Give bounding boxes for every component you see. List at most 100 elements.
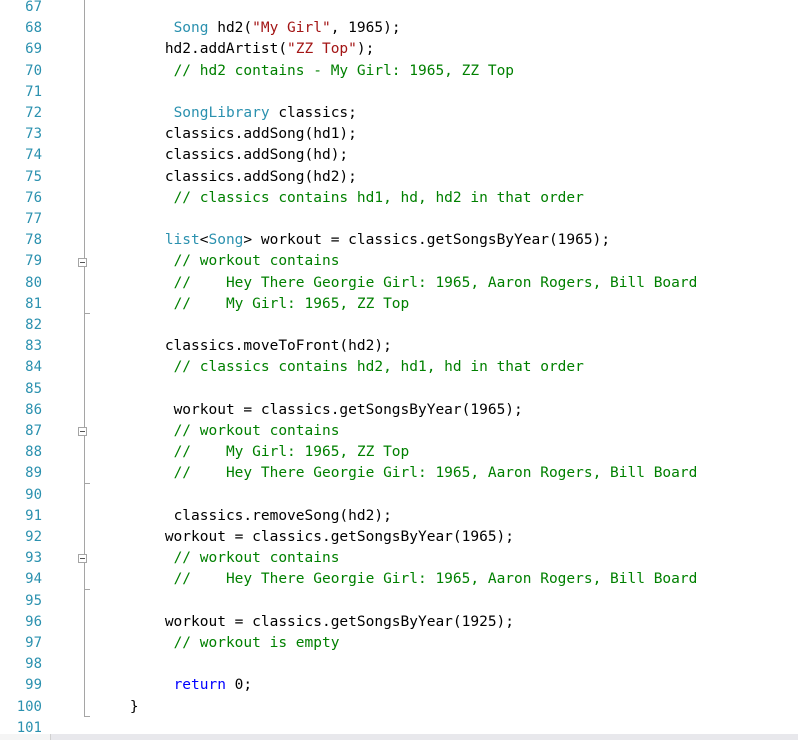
line-number: 74	[25, 147, 42, 164]
code-token: , 1965);	[330, 20, 401, 37]
code-token: workout = classics.getSongsByYear(1965);	[173, 401, 523, 418]
code-text: }	[130, 697, 139, 718]
code-token: 0;	[225, 677, 253, 694]
code-line[interactable]: 79 // workout contains	[0, 251, 798, 272]
code-line[interactable]: 78 list<Song> workout = classics.getSongs…	[0, 230, 798, 251]
code-line[interactable]: 68 Song hd2("My Girl", 1965);	[0, 18, 798, 39]
code-text: classics.moveToFront(hd2);	[165, 336, 392, 357]
code-text: classics.addSong(hd2);	[165, 167, 357, 188]
code-line[interactable]: 89 // Hey There Georgie Girl: 1965, Aaron…	[0, 463, 798, 484]
code-text: return 0;	[174, 675, 253, 696]
collapse-icon[interactable]	[78, 554, 87, 564]
line-number: 69	[25, 41, 42, 58]
code-line[interactable]: 86 workout = classics.getSongsByYear(1965…	[0, 400, 798, 421]
code-text: // workout is empty	[174, 633, 340, 654]
line-number: 76	[25, 189, 42, 206]
keyword-token: return	[173, 677, 226, 694]
comment-token: // hd2 contains - My Girl: 1965, ZZ Top	[173, 62, 515, 79]
outline-guide	[84, 0, 85, 716]
code-line[interactable]: 87 // workout contains	[0, 421, 798, 442]
code-text: workout = classics.getSongsByYear(1965);	[174, 400, 523, 421]
code-line[interactable]: 71	[0, 82, 798, 103]
line-number: 79	[25, 253, 42, 270]
type-token: list	[164, 232, 200, 249]
code-text: // Hey There Georgie Girl: 1965, Aaron R…	[174, 273, 698, 294]
code-line[interactable]: 88 // My Girl: 1965, ZZ Top	[0, 442, 798, 463]
comment-token: // My Girl: 1965, ZZ Top	[173, 295, 410, 312]
code-text: classics.addSong(hd);	[165, 145, 348, 166]
code-token: > workout = classics.getSongsByYear(1965…	[243, 232, 611, 249]
line-number: 72	[25, 105, 42, 121]
code-token: hd2(	[208, 20, 253, 37]
code-line[interactable]: 73 classics.addSong(hd1);	[0, 124, 798, 145]
line-number: 93	[25, 550, 42, 567]
line-number: 78	[25, 232, 42, 249]
code-line[interactable]: 75 classics.addSong(hd2);	[0, 167, 798, 188]
horizontal-scrollbar-thumb[interactable]	[0, 734, 51, 740]
code-line[interactable]: 94 // Hey There Georgie Girl: 1965, Aaron…	[0, 569, 798, 590]
line-number: 86	[25, 401, 42, 418]
line-number: 73	[25, 126, 42, 143]
code-token: classics.addSong(hd);	[164, 147, 349, 164]
code-line[interactable]: 100}	[0, 697, 798, 718]
line-number: 67	[25, 0, 42, 15]
horizontal-scrollbar[interactable]	[0, 734, 798, 740]
code-line[interactable]: 85	[0, 379, 798, 400]
code-line[interactable]: 72 SongLibrary classics;	[0, 103, 798, 124]
code-line[interactable]: 74 classics.addSong(hd);	[0, 145, 798, 166]
code-line[interactable]: 90	[0, 485, 798, 506]
code-line[interactable]: 99 return 0;	[0, 675, 798, 696]
code-line[interactable]: 95	[0, 591, 798, 612]
line-number: 97	[25, 635, 42, 651]
code-line[interactable]: 93 // workout contains	[0, 548, 798, 569]
line-number: 71	[25, 83, 42, 100]
code-text: // workout contains	[174, 251, 340, 272]
fold-region-end	[84, 313, 90, 314]
type-token: Song	[173, 20, 209, 37]
comment-token: // classics contains hd2, hd1, hd in tha…	[173, 359, 584, 376]
code-token: classics.addSong(hd1);	[164, 126, 357, 143]
code-token: hd2.addArtist(	[164, 41, 288, 58]
comment-token: // workout is empty	[173, 635, 340, 651]
line-number: 98	[25, 656, 42, 673]
code-line[interactable]: 96 workout = classics.getSongsByYear(1925…	[0, 612, 798, 633]
code-line[interactable]: 77	[0, 209, 798, 230]
code-text: // workout contains	[174, 548, 340, 569]
code-line[interactable]: 91 classics.removeSong(hd2);	[0, 506, 798, 527]
code-text: // My Girl: 1965, ZZ Top	[174, 294, 410, 315]
line-number: 83	[25, 338, 42, 355]
code-token: }	[129, 698, 139, 715]
line-number: 100	[16, 698, 42, 715]
code-text: classics.removeSong(hd2);	[174, 506, 392, 527]
line-number: 82	[25, 317, 42, 333]
code-editor[interactable]: 67 68 Song hd2("My Girl", 1965); 69 hd2.addA…	[0, 0, 798, 736]
collapse-icon[interactable]	[78, 257, 87, 267]
code-text: // workout contains	[174, 421, 340, 442]
code-line[interactable]: 92 workout = classics.getSongsByYear(1965…	[0, 527, 798, 548]
type-token: Song	[208, 232, 244, 249]
code-text: classics.addSong(hd1);	[165, 124, 357, 145]
comment-token: // Hey There Georgie Girl: 1965, Aaron R…	[173, 465, 698, 482]
line-number: 81	[25, 295, 42, 312]
line-number: 90	[25, 486, 42, 503]
line-number: 94	[25, 571, 42, 588]
line-number: 77	[25, 211, 42, 227]
code-text: workout = classics.getSongsByYear(1965);	[165, 527, 514, 548]
code-text: // hd2 contains - My Girl: 1965, ZZ Top	[174, 61, 514, 82]
code-line[interactable]: 84 // classics contains hd2, hd1, hd in t…	[0, 357, 798, 378]
code-line[interactable]: 69 hd2.addArtist("ZZ Top");	[0, 39, 798, 60]
code-token: classics;	[269, 105, 357, 121]
code-line[interactable]: 81 // My Girl: 1965, ZZ Top	[0, 294, 798, 315]
code-line[interactable]: 76 // classics contains hd1, hd, hd2 in t…	[0, 188, 798, 209]
code-line[interactable]: 82	[0, 315, 798, 336]
code-line[interactable]: 67	[0, 0, 798, 18]
code-line[interactable]: 83 classics.moveToFront(hd2);	[0, 336, 798, 357]
code-line[interactable]: 70 // hd2 contains - My Girl: 1965, ZZ To…	[0, 61, 798, 82]
collapse-icon[interactable]	[78, 427, 87, 437]
code-text: list<Song> workout = classics.getSongsBy…	[165, 230, 610, 251]
code-line[interactable]: 98	[0, 654, 798, 675]
type-token: SongLibrary	[173, 105, 270, 121]
code-text: workout = classics.getSongsByYear(1925);	[165, 612, 514, 633]
code-line[interactable]: 80 // Hey There Georgie Girl: 1965, Aaron…	[0, 273, 798, 294]
code-line[interactable]: 97 // workout is empty	[0, 633, 798, 654]
